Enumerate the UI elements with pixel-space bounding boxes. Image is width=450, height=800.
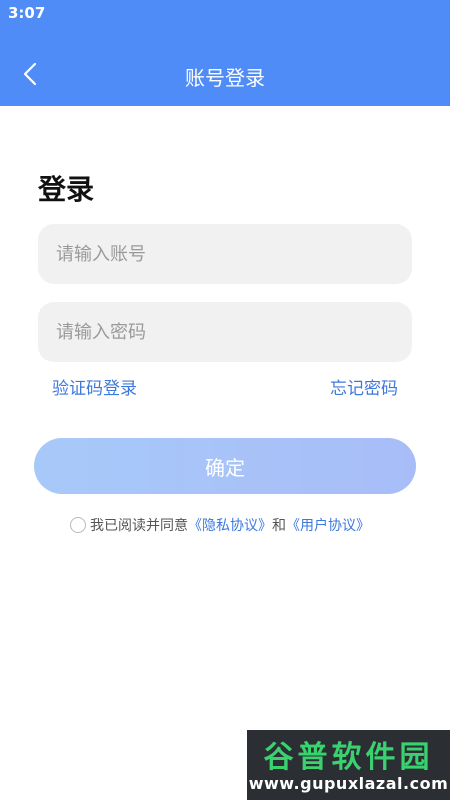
watermark: 谷普软件园 www.gupuxlazal.com: [247, 730, 450, 800]
sms-login-link[interactable]: 验证码登录: [52, 374, 137, 399]
watermark-name: 谷普软件园: [263, 740, 434, 775]
password-input[interactable]: [38, 302, 412, 362]
agreement-and: 和: [272, 518, 286, 534]
forgot-password-link[interactable]: 忘记密码: [330, 374, 398, 399]
login-screen: 3:07 账号登录 登录 验证码登录 忘记密码 确定 我已阅读并同意 《隐私协议…: [0, 0, 450, 800]
watermark-url: www.gupuxlazal.com: [248, 774, 449, 793]
privacy-agreement-link[interactable]: 《隐私协议》: [188, 515, 272, 535]
agreement-prefix: 我已阅读并同意: [90, 518, 188, 534]
user-agreement-link[interactable]: 《用户协议》: [286, 515, 370, 535]
status-bar-time: 3:07: [8, 4, 46, 22]
app-header: 3:07 账号登录: [0, 0, 450, 106]
confirm-button[interactable]: 确定: [34, 438, 416, 494]
agreement-radio[interactable]: [70, 517, 86, 533]
page-title: 账号登录: [185, 66, 265, 90]
login-heading: 登录: [38, 173, 95, 206]
account-input[interactable]: [38, 224, 412, 284]
agreement-row: 我已阅读并同意 《隐私协议》 和 《用户协议》: [70, 514, 370, 536]
